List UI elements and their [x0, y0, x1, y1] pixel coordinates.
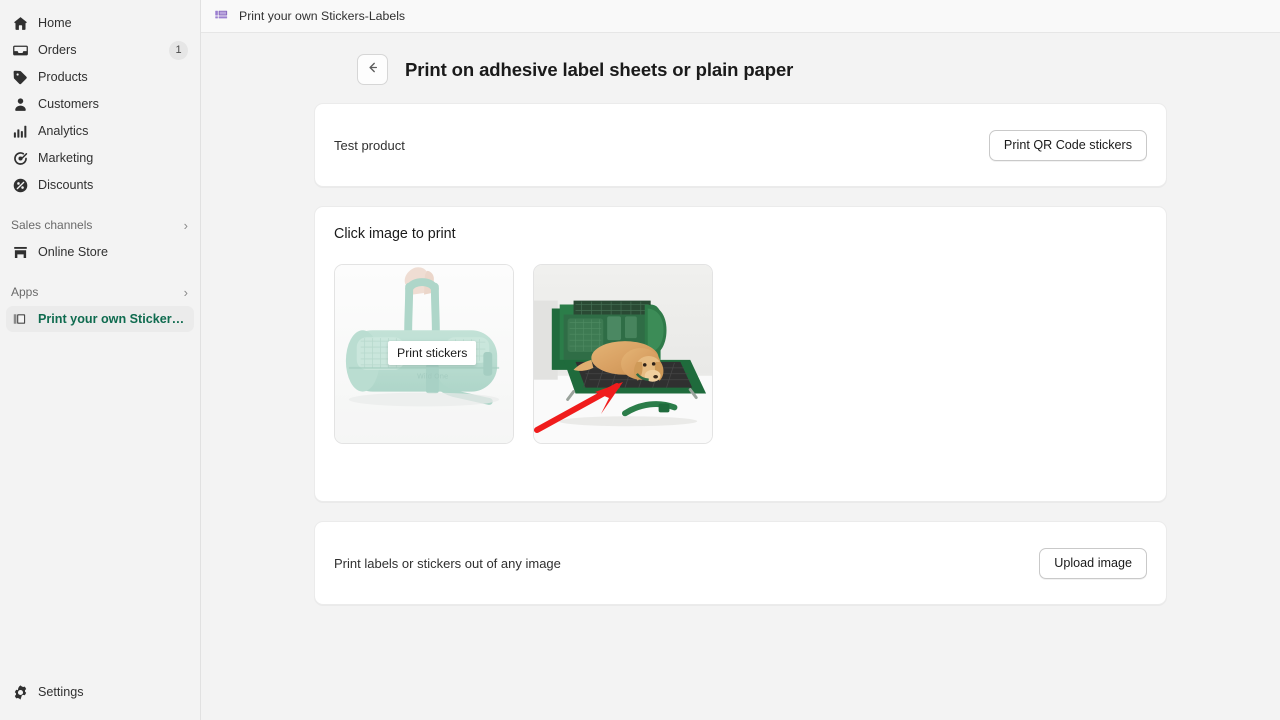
- sidebar-item-label: Home: [38, 16, 72, 30]
- page-title: Print on adhesive label sheets or plain …: [405, 58, 794, 80]
- images-card-title: Click image to print: [334, 226, 456, 242]
- sidebar-item-label: Customers: [38, 97, 99, 111]
- print-stickers-tooltip: Print stickers: [388, 341, 477, 365]
- upload-card: Print labels or stickers out of any imag…: [314, 521, 1167, 605]
- sidebar-section-label: Sales channels: [11, 218, 93, 232]
- app-window: Home Orders 1 Products Customers Analyti…: [0, 0, 1280, 720]
- arrow-left-icon: [365, 60, 380, 80]
- sidebar-item-label: Online Store: [38, 245, 109, 259]
- sidebar-item-label: Discounts: [38, 178, 94, 192]
- orders-count-badge: 1: [169, 40, 188, 60]
- analytics-bars-icon: [11, 122, 29, 140]
- thumbnail-dog-carrier[interactable]: [533, 264, 713, 444]
- product-name: Test product: [334, 137, 405, 153]
- sidebar-item-label: Products: [38, 70, 88, 84]
- app-title: Print your own Stickers-Labels: [239, 9, 406, 23]
- storefront-icon: [11, 243, 29, 261]
- main-area: Print your own Stickers-Labels Print on …: [201, 0, 1280, 720]
- sidebar-item-label: Settings: [38, 685, 84, 699]
- sidebar: Home Orders 1 Products Customers Analyti…: [0, 0, 201, 720]
- gear-icon: [11, 683, 29, 701]
- orders-icon: [11, 41, 29, 59]
- images-card: Click image to print Wild One Print stic…: [314, 206, 1167, 502]
- customers-person-icon: [11, 95, 29, 113]
- page-content: Print on adhesive label sheets or plain …: [201, 33, 1280, 720]
- product-card: Test product Print QR Code stickers: [314, 103, 1167, 187]
- chevron-right-icon: ›: [183, 217, 188, 233]
- sidebar-section-apps[interactable]: Apps ›: [6, 280, 194, 304]
- sidebar-item-settings[interactable]: Settings: [6, 679, 194, 705]
- sidebar-item-label: Orders: [38, 43, 77, 57]
- marketing-megaphone-icon: [11, 149, 29, 167]
- sidebar-item-print-your-own-stickers-labels[interactable]: Print your own Stickers-L...: [6, 306, 194, 332]
- stickers-labels-icon: [214, 8, 230, 24]
- sidebar-item-customers[interactable]: Customers: [6, 91, 194, 117]
- chevron-right-icon: ›: [183, 284, 188, 300]
- back-button[interactable]: [357, 54, 388, 85]
- sidebar-item-discounts[interactable]: Discounts: [6, 172, 194, 198]
- sidebar-item-label: Marketing: [38, 151, 94, 165]
- app-topbar: Print your own Stickers-Labels: [201, 0, 1280, 33]
- thumbnail-mint-carrier[interactable]: Wild One Print stickers: [334, 264, 514, 444]
- sidebar-section-label: Apps: [11, 285, 39, 299]
- sidebar-item-marketing[interactable]: Marketing: [6, 145, 194, 171]
- sidebar-item-orders[interactable]: Orders 1: [6, 37, 194, 63]
- sidebar-item-label: Print your own Stickers-L...: [38, 312, 188, 326]
- sidebar-footer: Settings: [0, 679, 200, 720]
- sidebar-item-online-store[interactable]: Online Store: [6, 239, 194, 265]
- sidebar-section-sales-channels[interactable]: Sales channels ›: [6, 213, 194, 237]
- products-tag-icon: [11, 68, 29, 86]
- sidebar-primary-nav: Home Orders 1 Products Customers Analyti…: [0, 10, 200, 199]
- discounts-percent-icon: [11, 176, 29, 194]
- sidebar-item-home[interactable]: Home: [6, 10, 194, 36]
- home-icon: [11, 14, 29, 32]
- sidebar-item-products[interactable]: Products: [6, 64, 194, 90]
- print-qr-code-stickers-button[interactable]: Print QR Code stickers: [988, 129, 1147, 161]
- upload-image-button[interactable]: Upload image: [1039, 547, 1147, 579]
- page-header: Print on adhesive label sheets or plain …: [357, 54, 1280, 85]
- thumbnail-list: Wild One Print stickers: [334, 264, 1147, 482]
- sidebar-item-analytics[interactable]: Analytics: [6, 118, 194, 144]
- upload-card-text: Print labels or stickers out of any imag…: [334, 555, 561, 571]
- stickers-labels-icon: [11, 310, 29, 328]
- sidebar-item-label: Analytics: [38, 124, 89, 138]
- dog-in-green-carrier-image: [534, 265, 712, 443]
